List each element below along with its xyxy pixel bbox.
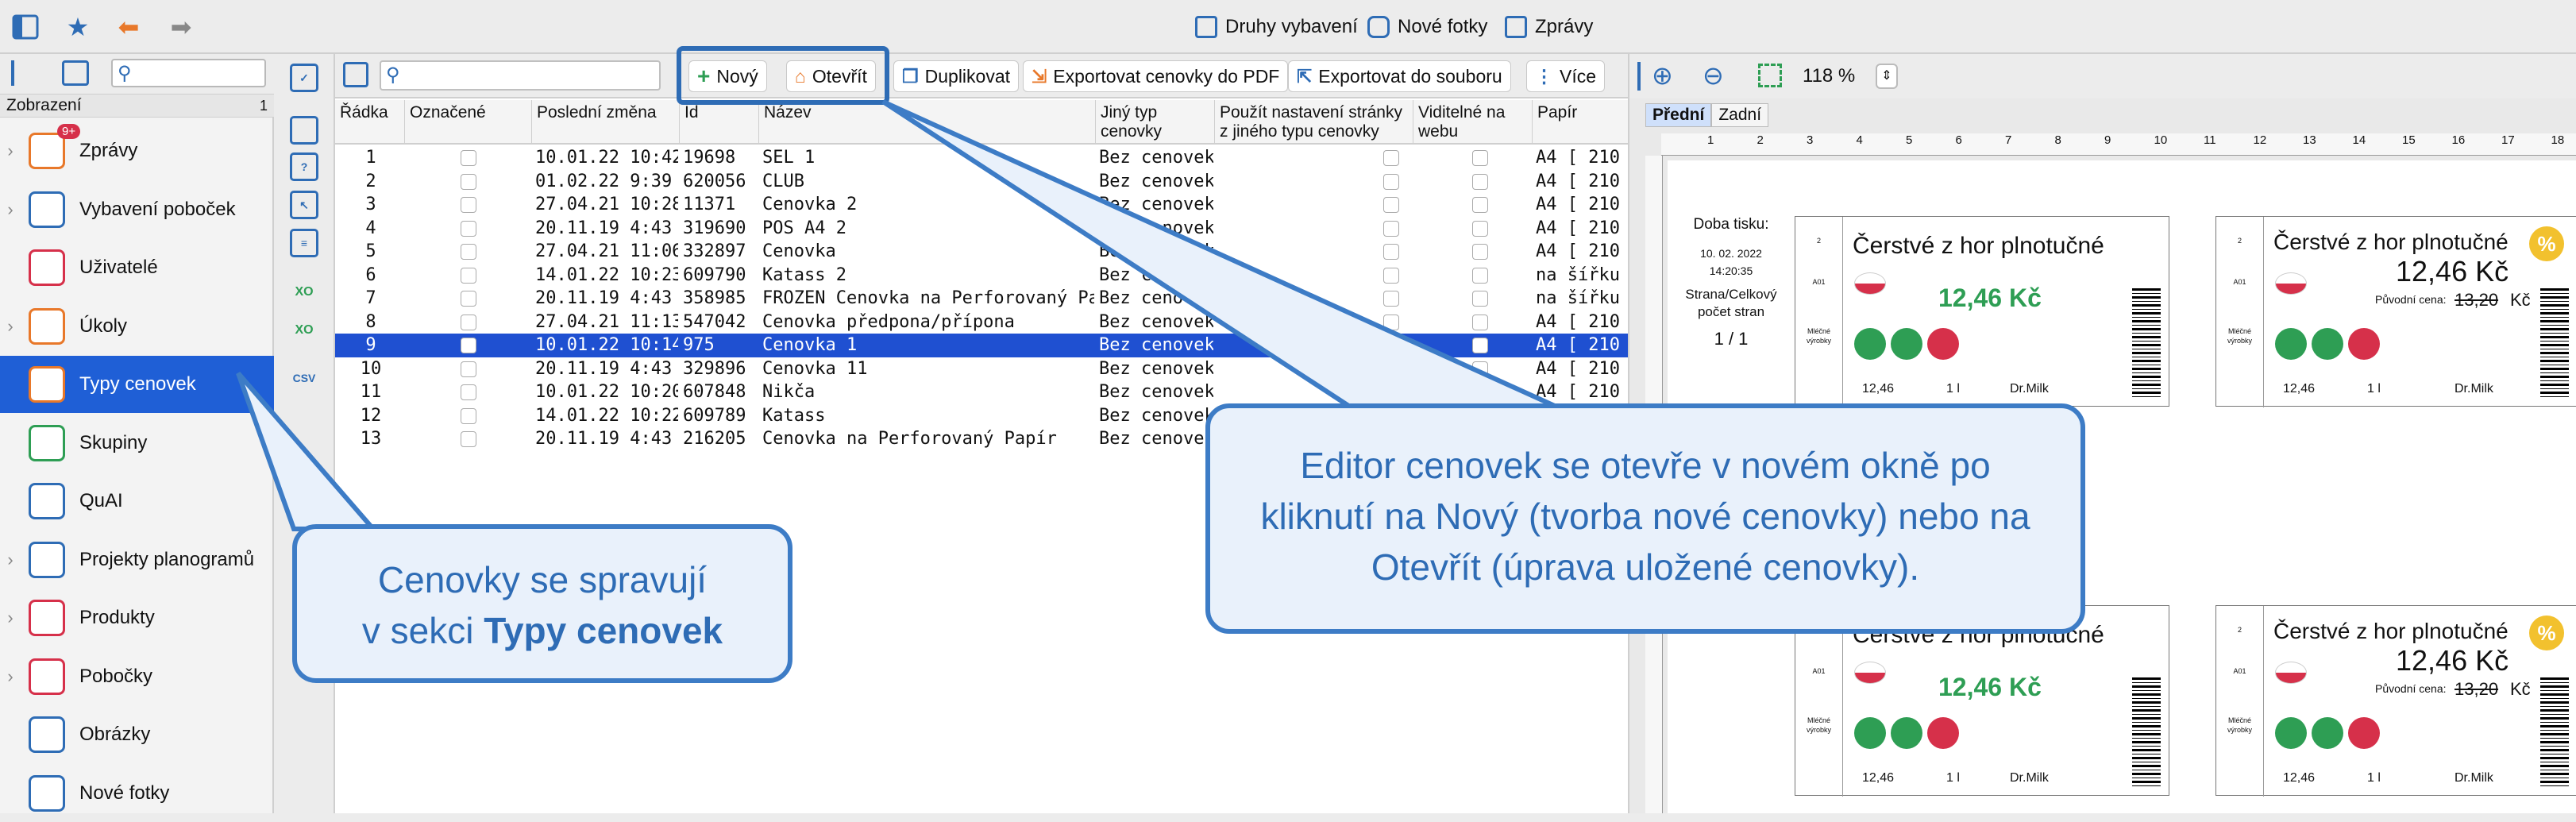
callout-left: Cenovky se spravují v sekci Typy cenovek — [292, 524, 792, 683]
callout-right: Editor cenovek se otevře v novém okně po… — [1205, 403, 2085, 634]
